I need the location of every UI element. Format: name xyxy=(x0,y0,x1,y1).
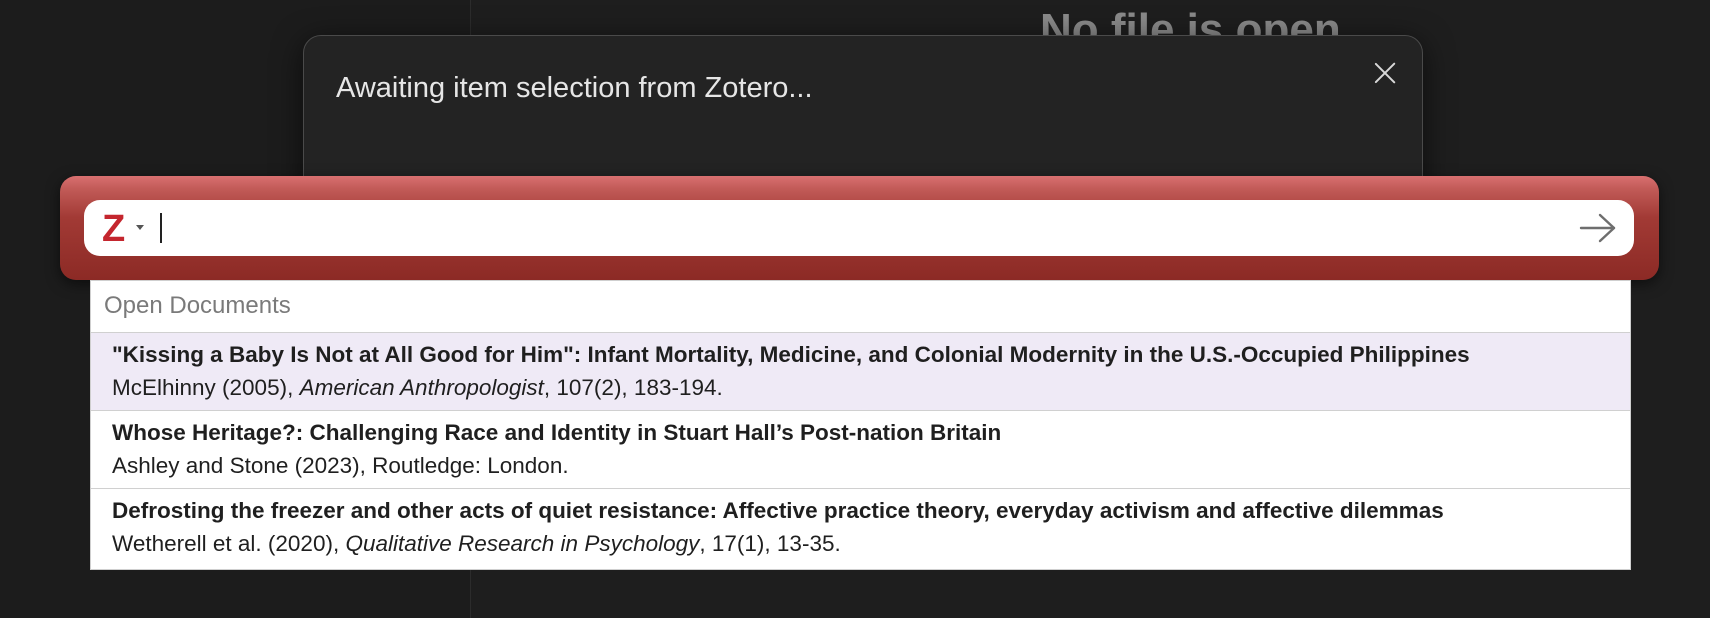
item-title: Defrosting the freezer and other acts of… xyxy=(112,498,1444,523)
arrow-right-icon[interactable] xyxy=(1578,210,1618,246)
result-item[interactable]: Whose Heritage?: Challenging Race and Id… xyxy=(91,411,1630,489)
item-citation: McElhinny (2005), American Anthropologis… xyxy=(112,375,723,400)
citation-search-input[interactable] xyxy=(158,208,1542,250)
zotero-menu-button[interactable]: Z xyxy=(102,208,148,250)
result-item[interactable]: Defrosting the freezer and other acts of… xyxy=(91,489,1630,569)
close-icon[interactable] xyxy=(1370,58,1400,88)
citation-search-field: Z xyxy=(84,200,1634,256)
modal-title: Awaiting item selection from Zotero... xyxy=(336,72,813,104)
result-item[interactable]: "Kissing a Baby Is Not at All Good for H… xyxy=(91,333,1630,411)
section-title: Open Documents xyxy=(104,292,291,319)
item-title: Whose Heritage?: Challenging Race and Id… xyxy=(112,420,1002,445)
chevron-down-icon xyxy=(136,225,144,230)
zotero-z-icon: Z xyxy=(102,208,126,250)
zotero-quick-format-bar: Z xyxy=(60,176,1659,280)
search-results-dropdown: Open Documents "Kissing a Baby Is Not at… xyxy=(90,280,1631,570)
item-citation: Wetherell et al. (2020), Qualitative Res… xyxy=(112,531,841,556)
item-citation: Ashley and Stone (2023), Routledge: Lond… xyxy=(112,453,569,478)
item-title: "Kissing a Baby Is Not at All Good for H… xyxy=(112,342,1470,367)
section-header: Open Documents xyxy=(91,281,1630,333)
text-cursor xyxy=(160,213,162,243)
